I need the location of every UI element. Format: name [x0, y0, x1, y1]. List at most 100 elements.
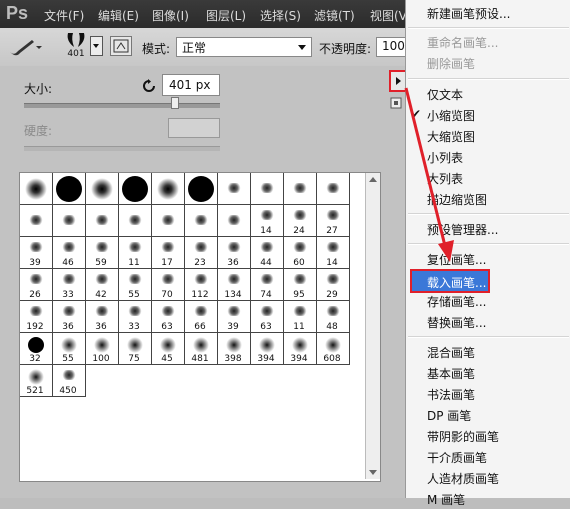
brush-tip-icon — [28, 369, 44, 385]
brush-preset-cell[interactable]: 75 — [119, 333, 152, 365]
brush-preset-picker[interactable]: 401 — [64, 31, 88, 61]
brush-preset-cell[interactable]: 95 — [284, 269, 317, 301]
menu-item[interactable]: 人造材质画笔 — [406, 467, 570, 488]
brush-preset-cell[interactable]: 394 — [284, 333, 317, 365]
brush-preset-cell[interactable]: 74 — [251, 269, 284, 301]
brush-preset-cell[interactable]: 39 — [218, 301, 251, 333]
brush-preset-cell[interactable] — [251, 173, 284, 205]
brush-preset-cell[interactable]: 24 — [284, 205, 317, 237]
menu-layer[interactable]: 图层(L) — [206, 7, 246, 24]
menu-item-label: 带阴影的画笔 — [427, 430, 500, 444]
brush-size-label: 29 — [326, 290, 338, 300]
brush-preset-cell[interactable]: 42 — [86, 269, 119, 301]
brush-preset-cell[interactable]: 608 — [317, 333, 350, 365]
brush-preset-cell[interactable]: 36 — [53, 301, 86, 333]
brush-preset-cell[interactable] — [53, 173, 86, 205]
brush-preset-cell[interactable]: 11 — [284, 301, 317, 333]
brush-preset-cell[interactable]: 60 — [284, 237, 317, 269]
brush-preset-cell[interactable]: 33 — [53, 269, 86, 301]
brush-preset-cell[interactable] — [20, 173, 53, 205]
brush-size-label: 39 — [29, 258, 41, 268]
brush-preset-cell[interactable] — [218, 173, 251, 205]
brush-preset-cell[interactable]: 36 — [86, 301, 119, 333]
brush-preset-cell[interactable]: 48 — [317, 301, 350, 333]
reset-size-icon[interactable] — [142, 79, 156, 93]
menu-item[interactable]: 基本画笔 — [406, 362, 570, 383]
brush-preset-cell[interactable] — [317, 173, 350, 205]
brush-size-label: 481 — [191, 354, 209, 364]
brush-preset-cell[interactable] — [185, 173, 218, 205]
brush-preset-cell[interactable]: 23 — [185, 237, 218, 269]
brush-preset-cell[interactable] — [284, 173, 317, 205]
scroll-up-icon[interactable] — [369, 177, 377, 182]
menu-item[interactable]: DP 画笔 — [406, 404, 570, 425]
mode-select[interactable]: 正常 — [176, 37, 312, 57]
brush-tip-icon — [188, 175, 214, 202]
brush-preset-cell[interactable]: 14 — [251, 205, 284, 237]
brush-preset-cell[interactable] — [86, 173, 119, 205]
menu-select[interactable]: 选择(S) — [260, 7, 301, 24]
brush-preset-cell[interactable]: 394 — [251, 333, 284, 365]
brush-dropdown-button[interactable] — [90, 36, 103, 56]
brush-preset-cell[interactable]: 481 — [185, 333, 218, 365]
scroll-down-icon[interactable] — [369, 470, 377, 475]
menu-edit[interactable]: 编辑(E) — [98, 7, 139, 24]
brush-preset-cell[interactable] — [20, 205, 53, 237]
menu-file[interactable]: 文件(F) — [44, 7, 84, 24]
brush-preset-cell[interactable]: 63 — [251, 301, 284, 333]
brush-preset-cell[interactable]: 14 — [317, 237, 350, 269]
menu-filter[interactable]: 滤镜(T) — [314, 7, 355, 24]
brush-preset-cell[interactable] — [119, 173, 152, 205]
menu-item[interactable]: 干介质画笔 — [406, 446, 570, 467]
brush-preset-cell[interactable]: 192 — [20, 301, 53, 333]
brush-preset-cell[interactable]: 134 — [218, 269, 251, 301]
brush-size-label: 14 — [260, 226, 272, 236]
brush-grid-scrollbar[interactable] — [365, 173, 380, 479]
brush-preset-cell[interactable] — [185, 205, 218, 237]
menu-item[interactable]: 混合画笔 — [406, 341, 570, 362]
menu-image[interactable]: 图像(I) — [152, 7, 189, 24]
brush-preset-cell[interactable]: 45 — [152, 333, 185, 365]
brush-preset-cell[interactable]: 32 — [20, 333, 53, 365]
brush-preset-cell[interactable]: 27 — [317, 205, 350, 237]
brush-preset-cell[interactable] — [152, 173, 185, 205]
brush-preset-cell[interactable]: 11 — [119, 237, 152, 269]
size-input[interactable]: 401 px — [162, 74, 220, 96]
brush-preset-cell[interactable]: 29 — [317, 269, 350, 301]
brush-preset-cell[interactable] — [152, 205, 185, 237]
brush-preset-cell[interactable]: 521 — [20, 365, 53, 397]
menu-item[interactable]: 替换画笔... — [406, 311, 570, 332]
brush-preset-cell[interactable]: 46 — [53, 237, 86, 269]
brush-preset-cell[interactable] — [86, 205, 119, 237]
brush-preset-cell[interactable]: 59 — [86, 237, 119, 269]
brush-preset-cell[interactable]: 55 — [53, 333, 86, 365]
brush-preset-cell[interactable]: 112 — [185, 269, 218, 301]
brush-tool-icon[interactable] — [6, 36, 42, 58]
brush-preset-cell[interactable]: 39 — [20, 237, 53, 269]
brush-preset-cell[interactable] — [218, 205, 251, 237]
menu-item[interactable]: 带阴影的画笔 — [406, 425, 570, 446]
brush-preset-cell[interactable]: 44 — [251, 237, 284, 269]
brush-preset-cell[interactable]: 70 — [152, 269, 185, 301]
brush-preset-cell[interactable]: 100 — [86, 333, 119, 365]
brush-tip-icon — [61, 337, 77, 353]
brush-preset-cell[interactable]: 55 — [119, 269, 152, 301]
brush-preset-cell[interactable] — [53, 205, 86, 237]
menu-item[interactable]: 书法画笔 — [406, 383, 570, 404]
brush-preset-cell[interactable]: 36 — [218, 237, 251, 269]
brush-preset-cell[interactable]: 63 — [152, 301, 185, 333]
size-slider-thumb[interactable] — [170, 97, 179, 109]
brush-preset-cell[interactable]: 26 — [20, 269, 53, 301]
brush-preset-cell[interactable]: 66 — [185, 301, 218, 333]
brush-preset-cell[interactable] — [119, 205, 152, 237]
brush-preset-cell[interactable]: 450 — [53, 365, 86, 397]
brush-panel-toggle-button[interactable] — [110, 36, 132, 56]
menu-item[interactable]: M 画笔 — [406, 488, 570, 509]
size-slider-track[interactable] — [24, 103, 220, 108]
brush-preset-cell[interactable]: 17 — [152, 237, 185, 269]
brush-preset-cell[interactable]: 33 — [119, 301, 152, 333]
brush-preset-cell[interactable]: 398 — [218, 333, 251, 365]
brush-size-label: 70 — [161, 290, 173, 300]
menu-item[interactable]: 新建画笔预设... — [406, 2, 570, 23]
menu-item[interactable]: 存储画笔... — [406, 290, 570, 311]
